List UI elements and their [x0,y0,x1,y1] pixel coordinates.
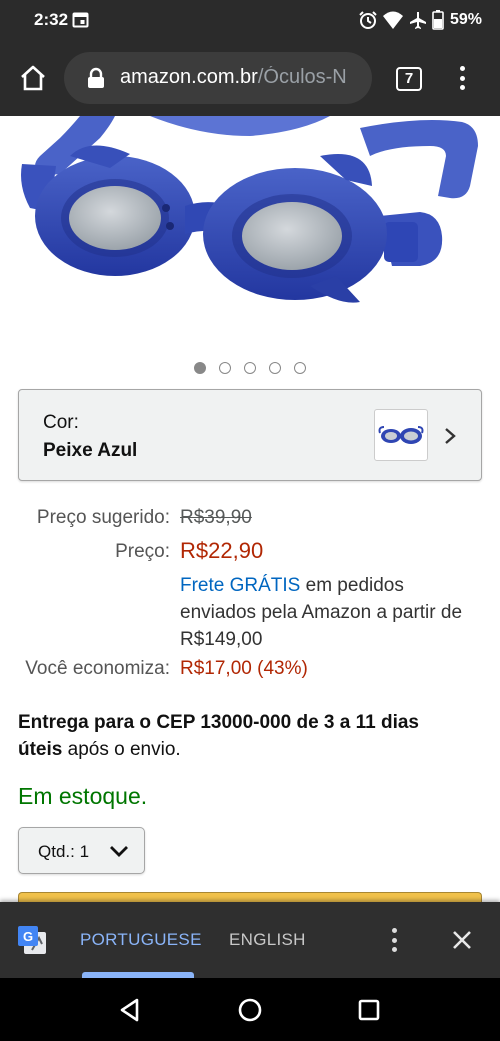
airplane-mode-icon [409,12,426,29]
tab-switcher-button[interactable]: 7 [396,67,422,91]
chevron-right-icon [445,428,456,444]
price-label: Preço: [115,541,170,562]
image-carousel-indicator[interactable] [0,362,500,376]
close-icon[interactable] [450,928,474,952]
free-shipping-link[interactable]: Frete GRÁTIS [180,575,300,596]
savings-label: Você economiza: [25,658,170,679]
status-bar: 2:32 59% [0,0,500,40]
translate-bar: G PORTUGUESE ENGLISH [0,902,500,978]
color-selector[interactable]: Cor: Peixe Azul [18,389,482,481]
savings-amount: R$17,00 (43%) [180,658,308,679]
alarm-icon [359,11,377,29]
menu-dot-icon [391,928,397,933]
carousel-dot[interactable] [194,362,206,374]
battery-percentage: 59% [449,11,482,28]
chevron-down-icon [110,846,128,857]
goggles-thumbnail-icon [378,426,424,444]
url-text: amazon.com.br/Óculos-N [120,66,360,89]
stock-status: Em estoque. [18,783,148,809]
google-translate-icon[interactable]: G [16,924,48,956]
status-time: 2:32 [34,10,69,29]
browser-toolbar: amazon.com.br/Óculos-N 7 [0,40,500,116]
status-icons: 59% [358,8,482,32]
url-domain: amazon.com.br [120,66,258,88]
lock-icon [88,67,104,88]
color-value: Peixe Azul [43,440,138,461]
product-image[interactable] [0,116,500,354]
back-icon[interactable] [116,996,144,1024]
menu-dot-icon [459,85,465,90]
carousel-dot[interactable] [269,362,281,374]
delivery-info: Entrega para o CEP 13000-000 de 3 a 11 d… [18,709,468,763]
menu-dot-icon [391,947,397,952]
menu-dot-icon [391,937,397,943]
home-icon [21,65,45,91]
tab-language-english[interactable]: ENGLISH [229,930,306,950]
list-price: R$39,90 [180,507,252,528]
list-price-label: Preço sugerido: [36,507,170,528]
home-button[interactable] [14,59,52,97]
carousel-dot[interactable] [219,362,231,374]
system-navigation-bar [0,978,500,1041]
recent-apps-icon[interactable] [355,996,383,1024]
wifi-icon [382,11,403,29]
carousel-dot[interactable] [244,362,256,374]
shipping-info: Frete GRÁTIS em pedidos enviados pela Am… [180,572,470,653]
carousel-dot[interactable] [294,362,306,374]
svg-text:G: G [23,929,33,944]
color-label: Cor: [43,412,79,433]
calendar-notification-icon [72,12,89,28]
browser-menu-button[interactable] [450,64,474,92]
url-path: /Óculos-N [257,66,347,88]
color-swatch-thumbnail[interactable] [374,409,428,461]
menu-dot-icon [459,75,465,81]
quantity-dropdown[interactable]: Qtd.: 1 [18,827,145,874]
sale-price: R$22,90 [180,538,264,563]
delivery-suffix: após o envio. [62,739,181,760]
menu-dot-icon [459,66,465,71]
battery-icon [432,10,444,30]
home-circle-icon[interactable] [236,996,264,1024]
quantity-value: Qtd.: 1 [38,842,90,861]
translate-menu-button[interactable] [386,926,402,954]
address-bar[interactable]: amazon.com.br/Óculos-N [64,52,372,104]
tab-language-portuguese[interactable]: PORTUGUESE [80,930,202,950]
